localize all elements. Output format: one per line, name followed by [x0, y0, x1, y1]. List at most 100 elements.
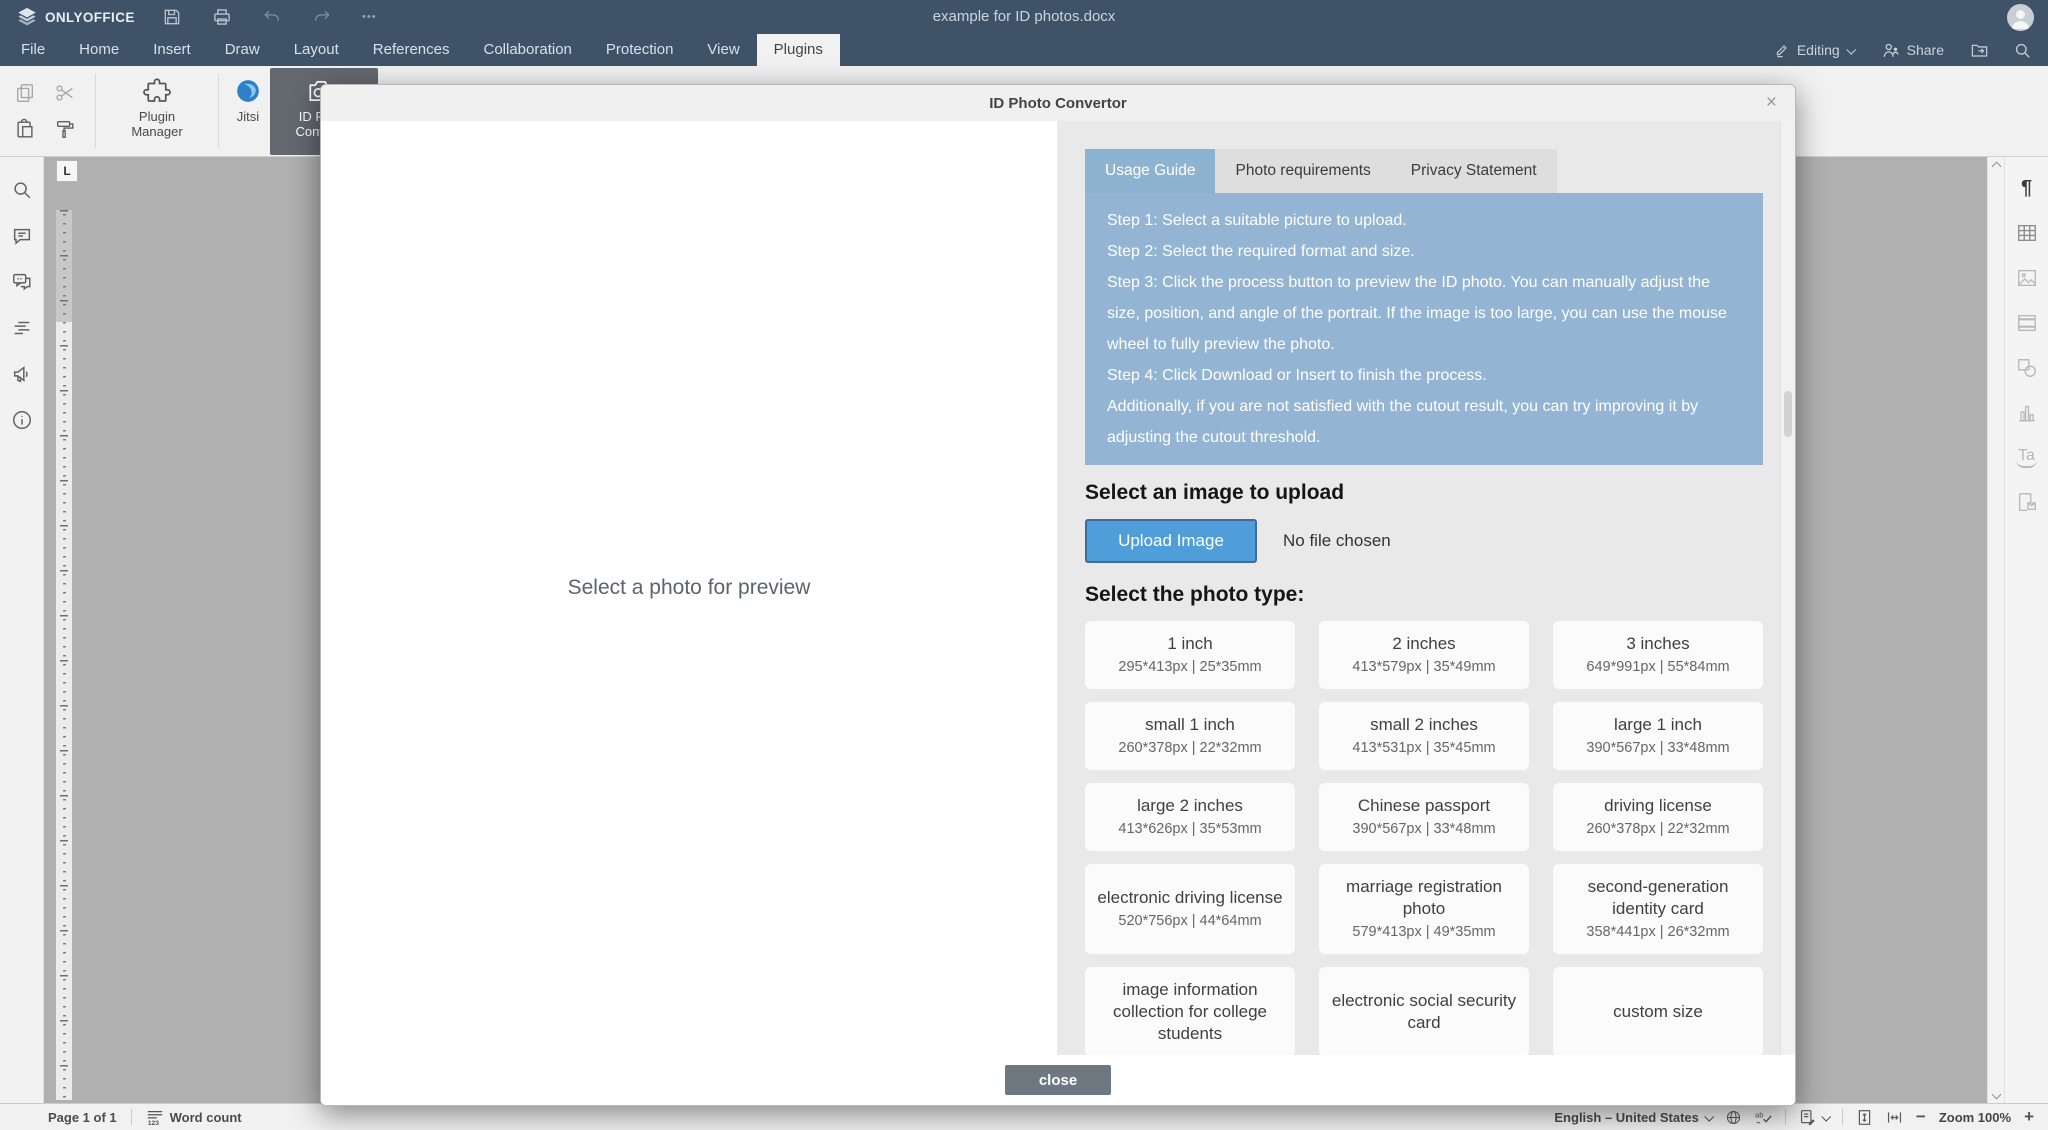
feedback-icon[interactable] — [11, 363, 33, 385]
chart-settings-icon[interactable] — [2016, 402, 2038, 424]
photo-type-dimensions: 390*567px | 33*48mm — [1586, 738, 1729, 758]
menu-tab[interactable]: View — [690, 34, 756, 66]
mailmerge-icon[interactable] — [2016, 491, 2038, 513]
photo-type-card[interactable]: second-generation identity card 358*441p… — [1553, 864, 1763, 954]
photo-type-card[interactable]: marriage registration photo 579*413px | … — [1319, 864, 1529, 954]
upload-image-button[interactable]: Upload Image — [1085, 519, 1257, 563]
zoom-level[interactable]: Zoom 100% — [1939, 1110, 2011, 1125]
dialog-tabs: Usage Guide Photo requirements Privacy S… — [1085, 149, 1557, 193]
left-sidebar — [0, 157, 44, 1103]
menu-tab[interactable]: Home — [62, 34, 136, 66]
svg-text:ab: ab — [1755, 1110, 1764, 1119]
user-avatar[interactable] — [2007, 4, 2034, 31]
photo-type-card[interactable]: electronic social security card — [1319, 967, 1529, 1055]
track-changes-button[interactable] — [1799, 1109, 1829, 1126]
word-count-button[interactable]: 123 Word count — [146, 1108, 242, 1126]
customize-toolbar-icon[interactable]: ••• — [362, 11, 377, 23]
image-settings-icon[interactable] — [2016, 267, 2038, 289]
menu-tab[interactable]: Protection — [589, 34, 691, 66]
photo-type-card[interactable]: Chinese passport 390*567px | 33*48mm — [1319, 783, 1529, 851]
photo-type-card[interactable]: large 1 inch 390*567px | 33*48mm — [1553, 702, 1763, 770]
panel-scrollbar-thumb[interactable] — [1784, 391, 1792, 437]
photo-type-name: image information collection for college… — [1093, 979, 1287, 1045]
ruler-tab-selector[interactable]: L — [56, 160, 78, 182]
undo-icon[interactable] — [262, 7, 282, 27]
usage-step: Step 4: Click Download or Insert to fini… — [1107, 360, 1741, 391]
photo-type-dimensions: 295*413px | 25*35mm — [1118, 657, 1261, 677]
language-selector[interactable]: English – United States — [1554, 1110, 1711, 1125]
photo-type-card[interactable]: small 1 inch 260*378px | 22*32mm — [1085, 702, 1295, 770]
editing-mode-button[interactable]: Editing — [1760, 34, 1868, 66]
about-icon[interactable] — [11, 409, 33, 431]
word-count-icon: 123 — [146, 1108, 164, 1126]
save-icon[interactable] — [162, 7, 182, 27]
cut-icon[interactable] — [54, 82, 76, 104]
vertical-ruler[interactable] — [56, 210, 72, 1100]
photo-type-name: driving license — [1604, 795, 1712, 817]
share-button[interactable]: Share — [1868, 34, 1958, 66]
plugin-manager-label: Plugin Manager — [112, 109, 202, 139]
photo-type-card[interactable]: driving license 260*378px | 22*32mm — [1553, 783, 1763, 851]
dialog-tab[interactable]: Usage Guide — [1085, 149, 1215, 193]
zoom-out-button[interactable]: − — [1916, 1109, 1926, 1125]
headerfooter-settings-icon[interactable] — [2016, 312, 2038, 334]
dialog-tab[interactable]: Photo requirements — [1215, 149, 1390, 193]
scroll-up-icon[interactable] — [1988, 159, 2004, 173]
menu-tab[interactable]: Draw — [208, 34, 277, 66]
fit-width-icon[interactable] — [1886, 1109, 1903, 1126]
set-document-language-icon[interactable] — [1725, 1109, 1742, 1126]
jitsi-button[interactable]: Jitsi — [226, 68, 270, 155]
document-scrollbar[interactable] — [1987, 157, 2004, 1103]
copy-icon[interactable] — [14, 82, 36, 104]
dialog-tab[interactable]: Privacy Statement — [1391, 149, 1557, 193]
menu-tab[interactable]: Insert — [136, 34, 208, 66]
photo-type-card[interactable]: 1 inch 295*413px | 25*35mm — [1085, 621, 1295, 689]
format-painter-icon[interactable] — [54, 118, 76, 140]
zoom-in-button[interactable]: + — [2024, 1109, 2034, 1125]
menu-tab[interactable]: Plugins — [757, 34, 840, 66]
menu-tab[interactable]: References — [356, 34, 467, 66]
editing-mode-label: Editing — [1797, 42, 1840, 58]
photo-type-card[interactable]: image information collection for college… — [1085, 967, 1295, 1055]
scroll-down-icon[interactable] — [1988, 1087, 2004, 1101]
close-button[interactable]: close — [1005, 1065, 1111, 1095]
paragraph-settings-icon[interactable]: ¶ — [2021, 177, 2032, 199]
photo-type-card[interactable]: electronic driving license 520*756px | 4… — [1085, 864, 1295, 954]
menu-tab[interactable]: File — [4, 34, 62, 66]
photo-type-name: 2 inches — [1392, 633, 1455, 655]
search-icon[interactable] — [2001, 34, 2048, 66]
fit-page-icon[interactable] — [1856, 1109, 1873, 1126]
redo-icon[interactable] — [312, 7, 332, 27]
plugin-manager-button[interactable]: Plugin Manager — [103, 68, 211, 155]
textart-settings-icon[interactable]: Ta — [2016, 447, 2037, 468]
print-icon[interactable] — [212, 7, 232, 27]
paste-icon[interactable] — [14, 118, 36, 140]
panel-scrollbar[interactable] — [1780, 121, 1795, 1055]
table-settings-icon[interactable] — [2016, 222, 2038, 244]
dialog-close-icon[interactable]: × — [1760, 85, 1783, 121]
status-separator — [1842, 1109, 1843, 1125]
spell-check-icon[interactable]: ab — [1755, 1109, 1772, 1126]
photo-type-card[interactable]: 2 inches 413*579px | 35*49mm — [1319, 621, 1529, 689]
open-file-location-icon[interactable] — [1958, 34, 2001, 66]
comments-icon[interactable] — [11, 225, 33, 247]
shape-settings-icon[interactable] — [2016, 357, 2038, 379]
chevron-down-icon — [1704, 1111, 1714, 1121]
photo-type-card[interactable]: large 2 inches 413*626px | 35*53mm — [1085, 783, 1295, 851]
photo-type-card[interactable]: custom size — [1553, 967, 1763, 1055]
upload-row: Upload Image No file chosen — [1085, 519, 1761, 563]
photo-type-dimensions: 390*567px | 33*48mm — [1352, 819, 1495, 839]
chat-icon[interactable] — [11, 271, 33, 293]
photo-type-name: 3 inches — [1626, 633, 1689, 655]
photo-type-card[interactable]: small 2 inches 413*531px | 35*45mm — [1319, 702, 1529, 770]
photo-type-name: Chinese passport — [1358, 795, 1490, 817]
page-indicator[interactable]: Page 1 of 1 — [48, 1110, 117, 1125]
menu-tab[interactable]: Layout — [277, 34, 356, 66]
find-icon[interactable] — [11, 179, 33, 201]
dialog-header[interactable]: ID Photo Convertor × — [321, 85, 1795, 122]
photo-type-card[interactable]: 3 inches 649*991px | 55*84mm — [1553, 621, 1763, 689]
usage-guide-box: Step 1: Select a suitable picture to upl… — [1085, 193, 1763, 465]
navigation-icon[interactable] — [11, 317, 33, 339]
onlyoffice-logo: ONLYOFFICE — [16, 0, 135, 34]
menu-tab[interactable]: Collaboration — [466, 34, 588, 66]
